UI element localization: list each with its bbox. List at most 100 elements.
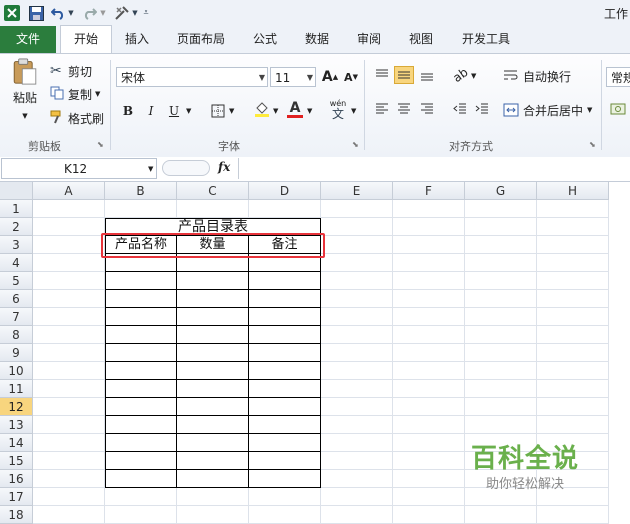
undo-icon[interactable] (50, 4, 66, 22)
cell[interactable] (537, 416, 609, 434)
row-header-17[interactable]: 17 (0, 488, 33, 506)
cell[interactable] (105, 506, 177, 524)
cell[interactable] (321, 434, 393, 452)
redo-icon[interactable] (82, 4, 98, 22)
italic-button[interactable]: I (141, 102, 161, 120)
cell[interactable] (537, 362, 609, 380)
cell[interactable] (321, 200, 393, 218)
row-header-14[interactable]: 14 (0, 434, 33, 452)
cell[interactable] (321, 308, 393, 326)
cell[interactable] (177, 488, 249, 506)
currency-format-button[interactable] (608, 100, 628, 118)
cell[interactable] (321, 488, 393, 506)
cell[interactable] (33, 398, 105, 416)
cell[interactable] (177, 416, 249, 434)
cell[interactable] (177, 290, 249, 308)
cell[interactable] (105, 470, 177, 488)
select-all-corner[interactable] (0, 182, 33, 200)
cell[interactable] (105, 488, 177, 506)
cell[interactable] (177, 380, 249, 398)
cell[interactable] (105, 416, 177, 434)
cell[interactable] (537, 254, 609, 272)
row-header-1[interactable]: 1 (0, 200, 33, 218)
column-header-c[interactable]: C (177, 182, 249, 200)
cell[interactable] (321, 362, 393, 380)
cell[interactable] (249, 506, 321, 524)
cell[interactable] (177, 434, 249, 452)
column-header-b[interactable]: B (105, 182, 177, 200)
row-header-15[interactable]: 15 (0, 452, 33, 470)
cell[interactable] (537, 272, 609, 290)
clipboard-dialog-launcher-icon[interactable]: ⬊ (97, 140, 104, 149)
cell[interactable] (321, 452, 393, 470)
cell[interactable] (105, 434, 177, 452)
tools-icon[interactable] (113, 4, 131, 22)
cell[interactable] (393, 380, 465, 398)
cell[interactable] (537, 380, 609, 398)
borders-button[interactable] (208, 102, 228, 120)
row-header-5[interactable]: 5 (0, 272, 33, 290)
cell[interactable] (465, 416, 537, 434)
cell[interactable] (33, 326, 105, 344)
cell[interactable] (33, 290, 105, 308)
cell[interactable] (321, 326, 393, 344)
column-header-a[interactable]: A (33, 182, 105, 200)
row-header-8[interactable]: 8 (0, 326, 33, 344)
wrap-text-button[interactable]: 自动换行 (503, 67, 571, 85)
cell[interactable] (33, 308, 105, 326)
cell[interactable] (393, 326, 465, 344)
align-left-button[interactable] (372, 100, 392, 118)
orientation-dropdown-icon[interactable]: ▼ (471, 72, 476, 80)
paste-button[interactable]: 粘贴 ▼ (8, 58, 42, 120)
cell[interactable] (177, 362, 249, 380)
merge-center-button[interactable]: 合并后居中 ▼ (503, 101, 592, 119)
cell[interactable] (105, 200, 177, 218)
cell[interactable] (105, 362, 177, 380)
cell[interactable] (249, 398, 321, 416)
cell[interactable] (321, 398, 393, 416)
cell[interactable] (177, 200, 249, 218)
alignment-dialog-launcher-icon[interactable]: ⬊ (589, 140, 596, 149)
paste-dropdown-icon[interactable]: ▼ (22, 112, 27, 120)
cell[interactable] (321, 254, 393, 272)
cell[interactable] (393, 434, 465, 452)
cell[interactable] (393, 470, 465, 488)
name-box[interactable]: K12 ▼ (1, 158, 157, 179)
cell[interactable] (105, 290, 177, 308)
font-color-button[interactable]: A (285, 100, 305, 118)
number-format-select[interactable]: 常规 (606, 67, 630, 87)
cell[interactable] (465, 236, 537, 254)
cell[interactable] (105, 326, 177, 344)
row-header-16[interactable]: 16 (0, 470, 33, 488)
cell[interactable] (321, 344, 393, 362)
cell[interactable] (465, 362, 537, 380)
cell[interactable] (177, 398, 249, 416)
row-header-12[interactable]: 12 (0, 398, 33, 416)
tab-formulas[interactable]: 公式 (244, 26, 286, 53)
cell[interactable] (465, 380, 537, 398)
format-painter-button[interactable]: 格式刷 (50, 109, 104, 127)
cell[interactable] (393, 218, 465, 236)
increase-indent-button[interactable] (472, 100, 492, 118)
align-center-button[interactable] (394, 100, 414, 118)
decrease-indent-button[interactable] (450, 100, 470, 118)
cell[interactable] (33, 218, 105, 236)
cell[interactable] (105, 398, 177, 416)
cell[interactable] (105, 344, 177, 362)
cell[interactable] (537, 506, 609, 524)
cell[interactable] (105, 452, 177, 470)
merge-center-dropdown-icon[interactable]: ▼ (587, 106, 592, 114)
font-name-select[interactable]: 宋体 ▼ (116, 67, 268, 87)
cell[interactable] (321, 218, 393, 236)
cell[interactable] (33, 380, 105, 398)
copy-button[interactable]: 复制 ▼ (50, 85, 100, 103)
cell[interactable] (465, 272, 537, 290)
orientation-button[interactable]: ab (450, 65, 470, 85)
row-header-13[interactable]: 13 (0, 416, 33, 434)
cell[interactable] (393, 272, 465, 290)
cell[interactable] (249, 434, 321, 452)
underline-dropdown-icon[interactable]: ▼ (186, 107, 191, 115)
cell[interactable] (393, 506, 465, 524)
cell[interactable] (33, 488, 105, 506)
tab-data[interactable]: 数据 (296, 26, 338, 53)
